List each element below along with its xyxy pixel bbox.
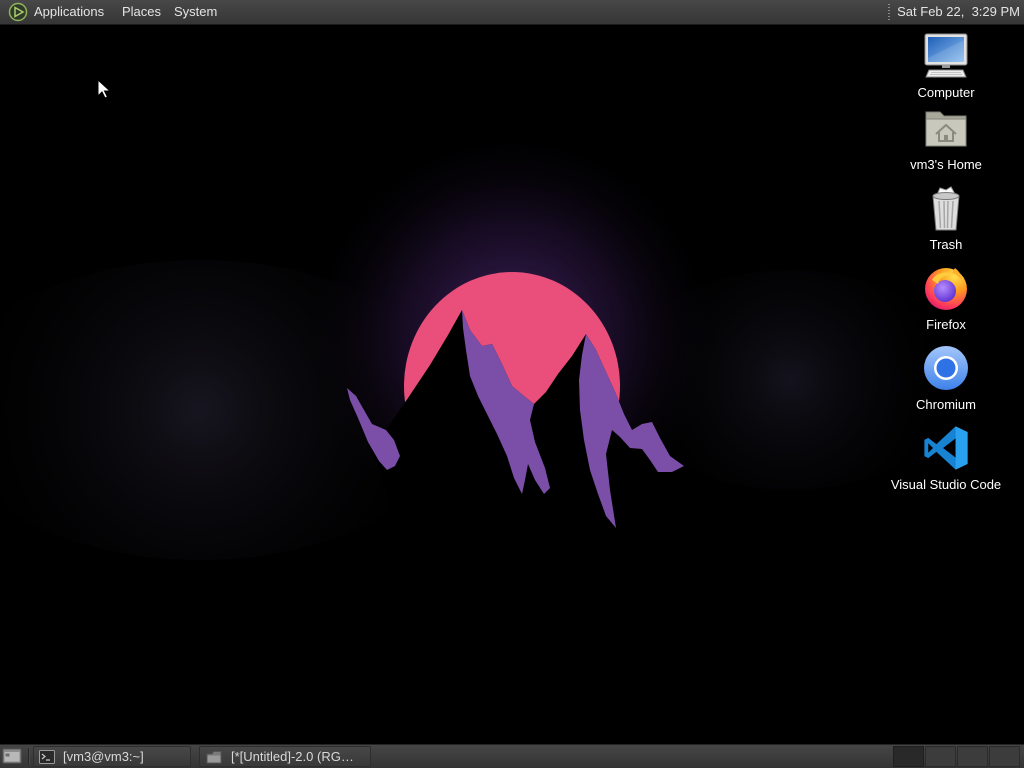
desktop-icon-label: Computer [917,85,975,100]
desktop-icon-trash[interactable]: Trash [886,184,1006,256]
terminal-icon [39,750,55,764]
desktop-icon-label: Chromium [916,397,976,412]
top-panel: Applications Places System Sat Feb 22, 3… [0,0,1024,25]
desktop-icon-home[interactable]: vm3's Home [886,104,1006,176]
home-folder-icon [925,111,967,147]
main-menu-logo-icon[interactable] [8,2,28,22]
image-editor-icon [206,751,222,764]
trash-icon [932,186,960,231]
desktop-icon-vscode[interactable]: Visual Studio Code [886,424,1006,496]
task-button-terminal[interactable]: [vm3@vm3:~] [33,746,191,767]
task-label: [*[Untitled]-2.0 (RG… [231,749,354,764]
desktop-icon-label: Trash [929,237,963,252]
workspace-switcher [893,746,1021,767]
bottom-panel: [vm3@vm3:~] [*[Untitled]-2.0 (RG… [0,744,1024,768]
panel-handle[interactable] [888,4,890,20]
chromium-icon [924,346,968,390]
clock[interactable]: Sat Feb 22, 3:29 PM [897,0,1020,24]
workspace-2[interactable] [925,746,956,767]
mouse-cursor [97,79,111,99]
task-label: [vm3@vm3:~] [63,749,144,764]
vscode-icon [924,426,968,470]
menu-places[interactable]: Places [122,0,161,24]
show-desktop-button[interactable] [2,747,23,766]
firefox-icon [925,268,967,310]
workspace-4[interactable] [989,746,1020,767]
show-desktop-icon [2,748,22,764]
desktop-icon-label: vm3's Home [910,157,982,172]
desktop-icon-computer[interactable]: Computer [886,32,1006,104]
menu-applications[interactable]: Applications [34,0,104,24]
task-button-image-editor[interactable]: [*[Untitled]-2.0 (RG… [199,746,371,767]
desktop-icon-label: Firefox [926,317,966,332]
panel-separator [28,748,30,765]
desktop-icon-firefox[interactable]: Firefox [886,264,1006,336]
desktop-icon-chromium[interactable]: Chromium [886,344,1006,416]
workspace-1[interactable] [893,746,924,767]
desktop-icon-label: Visual Studio Code [890,477,1002,492]
computer-icon [924,33,968,78]
wallpaper [0,0,1024,768]
menu-system[interactable]: System [174,0,217,24]
workspace-3[interactable] [957,746,988,767]
